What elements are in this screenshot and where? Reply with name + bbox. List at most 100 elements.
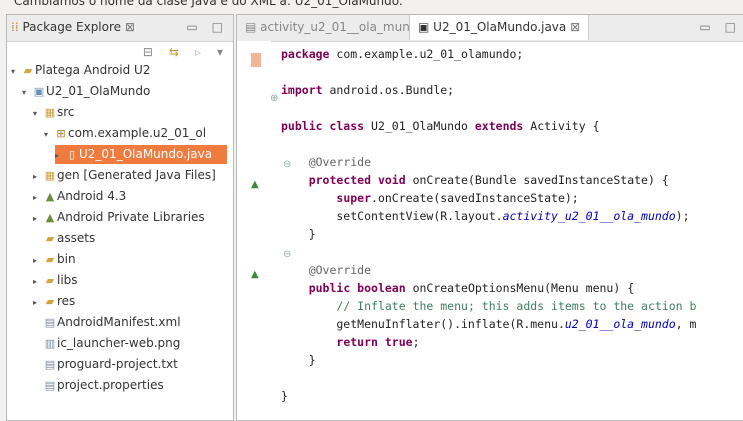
code-line: super.onCreate(savedInstanceState); [336,191,579,205]
tree-item-label: ic_launcher-web.png [57,336,181,350]
link-editor-icon[interactable]: ⇆ [169,45,179,59]
package-explorer-icon: ⁞⁞ [11,20,23,34]
code-line: @Override [308,263,372,277]
code-editor: ▤ activity_u2_01__ola_mundo.xml ▣ U2_01_… [236,14,743,421]
code-line: import android.os.Bundle; [281,83,455,97]
code-line: } [281,353,316,367]
java-file-icon: ▯ [68,148,76,161]
override-marker-icon: ▲ [251,269,259,280]
tab-java-file[interactable]: ▣ U2_01_OlaMundo.java ⊠ [409,15,590,40]
folder-icon: ▰ [23,64,33,77]
minimize-icon[interactable]: ▭ [186,20,197,34]
tree-item[interactable]: ▤ AndroidManifest.xml [33,313,181,332]
tree-item[interactable]: ▥ ic_launcher-web.png [33,334,181,353]
tree-item-label: gen [Generated Java Files] [57,168,216,182]
close-tab-icon[interactable]: ⊠ [566,20,580,34]
gen-folder-icon: ▦ [44,169,56,182]
tree-item-label: AndroidManifest.xml [57,315,181,329]
code-line: getMenuInflater().inflate(R.menu.u2_01__… [281,317,697,331]
tree-item[interactable]: ▾ ▦ src [33,103,75,122]
code-line: public boolean onCreateOptionsMenu(Menu … [308,281,635,295]
tree-item[interactable]: ▸ ▲ Android 4.3 [33,187,126,206]
tree-item-label: bin [57,252,76,266]
xml-file-icon: ▤ [44,316,56,329]
maximize-icon[interactable]: □ [725,20,736,34]
tree-item-label: com.example.u2_01_ol [68,126,207,140]
tree-item-label: U2_01_OlaMundo.java [79,147,213,161]
code-line: public class U2_01_OlaMundo extends Acti… [281,119,600,133]
tree-item-label: Android 4.3 [57,189,127,203]
code-line: } [281,227,316,241]
code-line: } [281,389,288,403]
code-line: protected void onCreate(Bundle savedInst… [308,173,669,187]
tree-item[interactable]: ▾ ▣ U2_01_OlaMundo [22,82,150,101]
tree-item[interactable]: ▤ proguard-project.txt [33,355,178,374]
tree-item-label: src [57,105,75,119]
package-explorer-header: ⁞⁞ Package Explore ⊠ ▭ □ [7,15,233,42]
tree-item[interactable]: ▸ ▰ libs [33,271,78,290]
tree-item[interactable]: ▸ ▯ U2_01_OlaMundo.java [55,145,227,164]
text-file-icon: ▤ [44,379,56,392]
tree-item-label: proguard-project.txt [57,357,178,371]
tree-item[interactable]: ▸ ▰ res [33,292,75,311]
tree-item-label: Platega Android U2 [35,63,151,77]
tree-item[interactable]: ▸ ▰ bin [33,250,76,269]
override-marker-icon: ▲ [251,179,259,190]
tree-item[interactable]: ▾ ⊞ com.example.u2_01_ol [44,124,206,143]
code-line: // Inflate the menu; this adds items to … [336,299,697,313]
tree-item-label: libs [57,273,78,287]
editor-tabs: ▤ activity_u2_01__ola_mundo.xml ▣ U2_01_… [237,15,743,42]
expand-arrow-icon[interactable]: ▾ [44,125,54,144]
tree-item[interactable]: ▾ ▰ Platega Android U2 [11,61,150,80]
xml-file-icon: ▤ [245,20,261,34]
expand-arrow-icon[interactable]: ▸ [33,293,43,312]
expand-arrow-icon[interactable]: ▸ [33,251,43,270]
tree-item-label: U2_01_OlaMundo [46,84,151,98]
eclipse-workspace: ⁞⁞ Package Explore ⊠ ▭ □ ⊟ ⇆ ▹ ▾ ▾ ▰ Plate… [0,8,743,421]
package-explorer-panel: ⁞⁞ Package Explore ⊠ ▭ □ ⊟ ⇆ ▹ ▾ ▾ ▰ Plate… [6,14,234,421]
expand-arrow-icon[interactable]: ▾ [33,104,43,123]
minimize-icon[interactable]: ▭ [699,20,710,34]
folder-icon: ▰ [45,274,55,287]
expand-arrow-icon[interactable]: ▸ [33,209,43,228]
maximize-icon[interactable]: □ [212,20,223,34]
view-menu-icon[interactable]: ▾ [217,45,223,59]
close-icon[interactable]: ⊠ [121,20,135,34]
tree-item[interactable]: ▸ ▦ gen [Generated Java Files] [33,166,216,185]
expand-arrow-icon[interactable]: ▸ [33,188,43,207]
fold-icon[interactable]: ⊕ [270,93,278,104]
code-line: package com.example.u2_01_olamundo; [281,47,524,61]
folder-icon: ▰ [45,232,55,245]
project-icon: ▣ [33,85,45,98]
editor-gutter: ⊕ ⊖ ▲ ⊖ ▲ [237,41,291,420]
tree-item-label: Android Private Libraries [57,210,205,224]
expand-arrow-icon[interactable]: ▾ [11,62,21,81]
text-file-icon: ▤ [44,358,56,371]
collapse-all-icon[interactable]: ⊟ [143,45,153,59]
source-folder-icon: ▦ [44,106,56,119]
library-icon: ▲ [45,190,55,203]
expand-arrow-icon[interactable]: ▸ [33,272,43,291]
library-icon: ▲ [45,211,55,224]
tree-item-label: res [57,294,76,308]
code-line: setContentView(R.layout.activity_u2_01__… [281,209,690,223]
tree-item[interactable]: ▤ project.properties [33,376,164,395]
folder-icon: ▰ [45,253,55,266]
tree-item-label: project.properties [57,378,164,392]
caption-text: Cambiamos o nome da clase Java e do XML … [14,0,403,8]
tree-item-label: assets [57,231,96,245]
tree-item[interactable]: ▰ assets [33,229,95,248]
folder-icon: ▰ [45,295,55,308]
expand-arrow-icon[interactable]: ▸ [33,167,43,186]
current-line-marker [251,53,261,67]
focus-icon[interactable]: ▹ [195,45,201,59]
fold-icon[interactable]: ⊖ [283,249,291,260]
code-line: return true; [336,335,420,349]
java-file-icon: ▣ [418,20,434,34]
package-explorer-title: ⁞⁞ Package Explore ⊠ [11,20,135,34]
expand-arrow-icon[interactable]: ▸ [55,146,65,165]
code-line: @Override [308,155,372,169]
tree-item[interactable]: ▸ ▲ Android Private Libraries [33,208,205,227]
package-icon: ⊞ [56,127,66,140]
expand-arrow-icon[interactable]: ▾ [22,83,32,102]
